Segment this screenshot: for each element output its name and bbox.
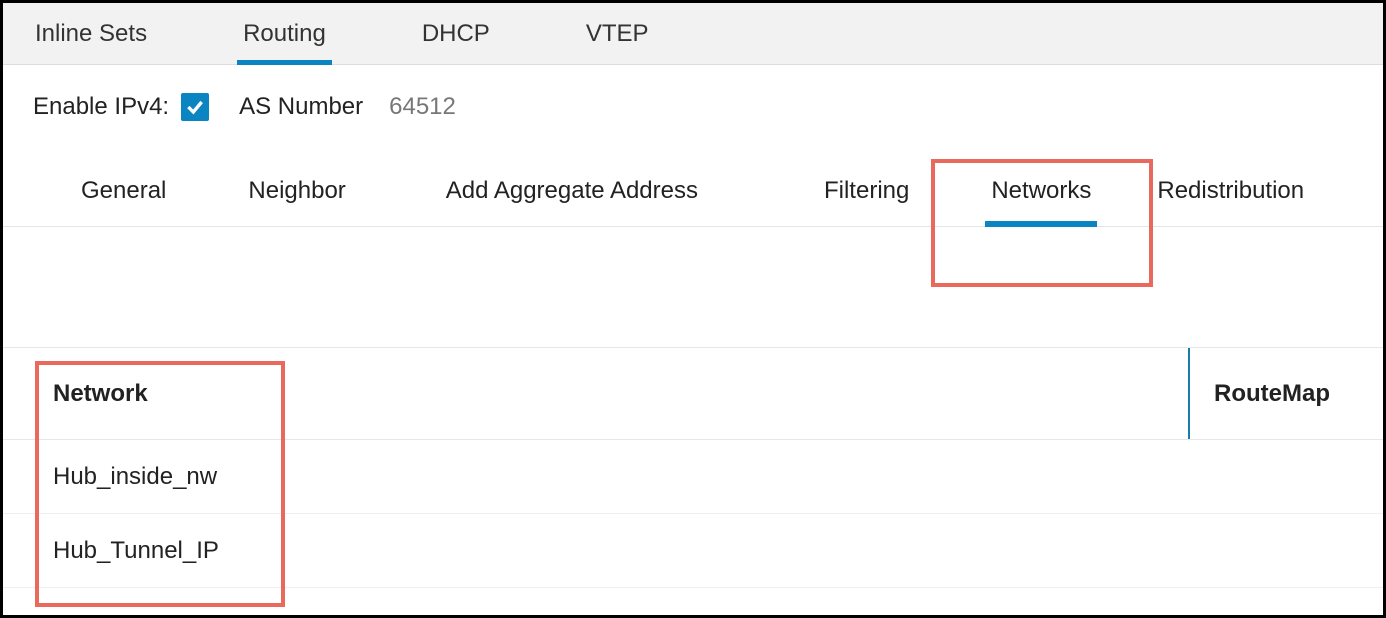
cell-network: Hub_inside_nw [3, 463, 1188, 491]
table-header-row: Network RouteMap [3, 348, 1383, 440]
tab-label: DHCP [422, 20, 490, 48]
enable-ipv4-row: Enable IPv4: AS Number 64512 [3, 65, 1383, 131]
subtab-label: General [81, 177, 166, 205]
tab-vtep[interactable]: VTEP [568, 3, 667, 65]
tab-inline-sets[interactable]: Inline Sets [17, 3, 165, 65]
sub-tab-bar: General Neighbor Add Aggregate Address F… [3, 155, 1383, 227]
table-row[interactable]: Hub_inside_nw [3, 440, 1383, 514]
subtab-label: Redistribution [1157, 177, 1304, 205]
column-header-network[interactable]: Network [3, 348, 1188, 439]
subtab-label: Filtering [824, 177, 909, 205]
enable-ipv4-checkbox[interactable] [181, 93, 209, 121]
as-number-value: 64512 [389, 93, 456, 121]
tab-label: Inline Sets [35, 20, 147, 48]
cell-network: Hub_Tunnel_IP [3, 537, 1188, 565]
top-tab-bar: Inline Sets Routing DHCP VTEP [3, 3, 1383, 65]
subtab-label: Add Aggregate Address [446, 177, 698, 205]
as-number-label: AS Number [239, 93, 363, 121]
column-header-routemap[interactable]: RouteMap [1188, 348, 1383, 439]
column-header-label: RouteMap [1214, 380, 1330, 408]
enable-ipv4-label: Enable IPv4: [33, 93, 169, 121]
networks-table: Network RouteMap Hub_inside_nw Hub_Tunne… [3, 347, 1383, 588]
subtab-redistribution[interactable]: Redistribution [1139, 161, 1322, 221]
subtab-general[interactable]: General [63, 161, 184, 221]
subtab-label: Networks [991, 177, 1091, 205]
check-icon [185, 97, 205, 117]
subtab-label: Neighbor [248, 177, 345, 205]
subtab-networks[interactable]: Networks [973, 161, 1109, 221]
tab-label: VTEP [586, 20, 649, 48]
tab-dhcp[interactable]: DHCP [404, 3, 508, 65]
subtab-neighbor[interactable]: Neighbor [230, 161, 363, 221]
subtab-filtering[interactable]: Filtering [806, 161, 927, 221]
tab-routing[interactable]: Routing [225, 3, 344, 65]
column-header-label: Network [53, 380, 148, 408]
subtab-add-aggregate-address[interactable]: Add Aggregate Address [428, 161, 716, 221]
tab-label: Routing [243, 20, 326, 48]
table-row[interactable]: Hub_Tunnel_IP [3, 514, 1383, 588]
